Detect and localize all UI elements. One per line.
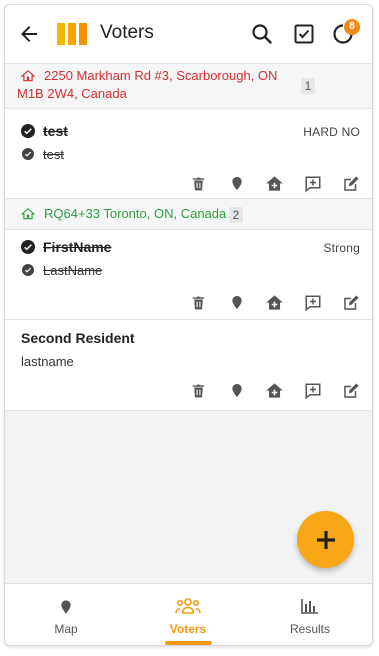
tab-map[interactable]: Map (5, 584, 127, 645)
map-marker-icon (61, 600, 71, 614)
resident-count: 1 (301, 78, 315, 94)
location-button[interactable] (227, 293, 246, 312)
map-marker-icon (231, 383, 242, 398)
edit-button[interactable] (341, 174, 360, 193)
address-line-1: RQ64+33 Toronto, ON, Canada (44, 206, 227, 221)
sync-count-badge: 8 (344, 19, 360, 35)
voter-card[interactable]: Second Resident lastname (5, 320, 372, 411)
voted-check-icon (22, 264, 34, 276)
voter-first-name: Second Resident (21, 330, 135, 346)
add-note-button[interactable] (303, 174, 322, 193)
add-voter-button[interactable] (297, 511, 354, 568)
tab-label: Map (54, 622, 78, 636)
address-line-1: 2250 Markham Rd #3, Scarborough, ON (44, 68, 278, 83)
search-icon (252, 24, 272, 44)
delete-button[interactable] (189, 174, 208, 193)
home-plus-icon (266, 176, 283, 191)
trash-icon (192, 384, 205, 397)
add-household-button[interactable] (265, 174, 284, 193)
app-logo (57, 23, 87, 45)
voter-last-name: LastName (43, 262, 103, 278)
trash-icon (192, 296, 205, 309)
tab-results[interactable]: Results (249, 584, 371, 645)
voter-first-name: FirstName (43, 239, 112, 255)
map-marker-icon (231, 295, 242, 310)
add-household-button[interactable] (265, 293, 284, 312)
home-plus-icon (266, 383, 283, 398)
address-header[interactable]: 2250 Markham Rd #3, Scarborough, ON M1B … (5, 64, 372, 109)
top-app-bar: Voters 8 (5, 5, 372, 64)
tab-voters[interactable]: Voters (127, 584, 249, 645)
arrow-left-icon (21, 26, 37, 42)
comment-plus-icon (305, 176, 320, 192)
edit-icon (343, 295, 358, 310)
resident-count: 2 (229, 207, 243, 223)
edit-button[interactable] (341, 381, 360, 400)
voter-card[interactable]: FirstName Strong LastName (5, 230, 372, 320)
add-note-button[interactable] (303, 381, 322, 400)
edit-icon (343, 383, 358, 398)
map-marker-icon (231, 176, 242, 191)
checklist-button[interactable] (292, 22, 316, 46)
checkbox-icon (294, 24, 314, 44)
tab-label: Voters (169, 622, 207, 636)
voted-check-icon (21, 240, 35, 254)
people-group-icon (175, 598, 201, 614)
trash-icon (192, 177, 205, 190)
active-tab-indicator (165, 641, 212, 645)
edit-button[interactable] (341, 293, 360, 312)
location-button[interactable] (227, 174, 246, 193)
support-level: HARD NO (303, 125, 360, 139)
location-button[interactable] (227, 381, 246, 400)
page-title: Voters (100, 22, 154, 43)
address-line-2: M1B 2W4, Canada (17, 86, 127, 101)
add-note-button[interactable] (303, 293, 322, 312)
app-frame: Voters 8 2250 Markham Rd #3, Scarborough… (4, 4, 373, 646)
home-icon (21, 207, 35, 220)
voted-check-icon (22, 148, 34, 160)
back-button[interactable] (17, 22, 41, 46)
voter-first-name: test (43, 123, 68, 139)
voter-last-name: lastname (21, 354, 74, 369)
voter-last-name: test (43, 146, 64, 162)
comment-plus-icon (305, 383, 320, 399)
voted-check-icon (21, 124, 35, 138)
bar-chart-icon (301, 599, 318, 614)
comment-plus-icon (305, 295, 320, 311)
address-header[interactable]: RQ64+33 Toronto, ON, Canada 2 (5, 199, 372, 230)
delete-button[interactable] (189, 381, 208, 400)
add-household-button[interactable] (265, 381, 284, 400)
delete-button[interactable] (189, 293, 208, 312)
bottom-navigation: Map Voters Results (5, 583, 372, 645)
tab-label: Results (289, 622, 330, 636)
edit-icon (343, 176, 358, 191)
home-plus-icon (266, 295, 283, 310)
support-level: Strong (323, 241, 360, 255)
plus-icon (316, 530, 335, 549)
voter-card[interactable]: test HARD NO test (5, 109, 372, 199)
search-button[interactable] (250, 22, 274, 46)
home-icon (21, 69, 35, 82)
